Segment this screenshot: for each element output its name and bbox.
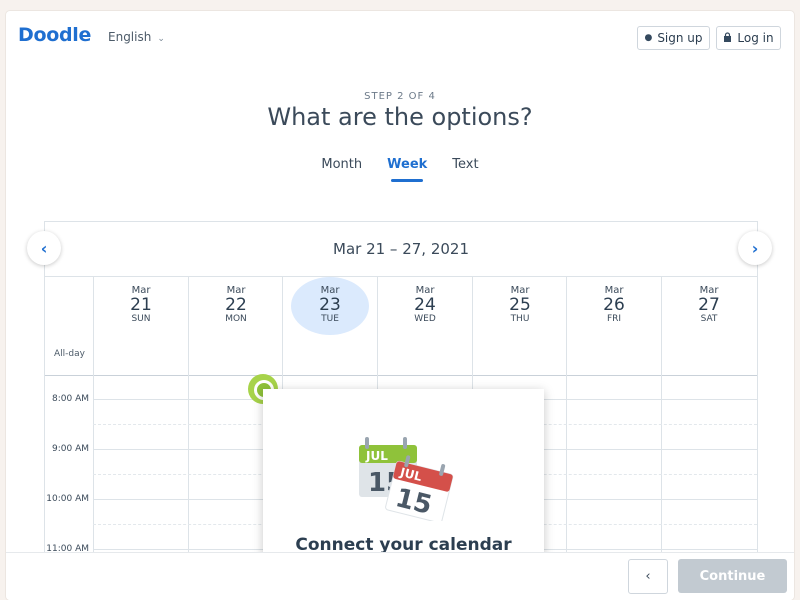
log-in-button[interactable]: Log in	[716, 26, 781, 50]
page-title: What are the options?	[267, 103, 533, 131]
step-indicator: STEP 2 OF 4	[364, 91, 436, 102]
chevron-left-icon: ‹	[40, 238, 48, 258]
day-number: 26	[603, 295, 625, 315]
previous-week-button[interactable]: ‹	[27, 231, 61, 265]
time-label: 9:00 AM	[52, 444, 89, 454]
day-header-wed[interactable]: Mar 24 WED	[377, 277, 472, 375]
language-label: English	[108, 30, 152, 44]
day-header-tue-today[interactable]: Mar 23 TUE	[282, 277, 377, 375]
view-tabs: Month Week Text	[6, 157, 794, 182]
day-weekday: FRI	[606, 314, 622, 324]
day-header-sun[interactable]: Mar 21 SUN	[93, 277, 188, 375]
day-header-fri[interactable]: Mar 26 FRI	[566, 277, 661, 375]
day-weekday: THU	[510, 314, 530, 324]
doodle-logo[interactable]: Doodle	[18, 24, 91, 46]
language-selector[interactable]: English ⌄	[108, 30, 165, 44]
day-header-mon[interactable]: Mar 22 MON	[188, 277, 283, 375]
day-weekday: SAT	[700, 314, 718, 324]
day-number: 21	[130, 295, 152, 315]
chevron-left-icon: ‹	[645, 569, 651, 584]
day-number: 25	[509, 295, 531, 315]
time-label: 8:00 AM	[52, 394, 89, 404]
lock-icon	[723, 31, 732, 45]
day-header-thu[interactable]: Mar 25 THU	[472, 277, 567, 375]
day-number: 24	[414, 295, 436, 315]
tab-month[interactable]: Month	[321, 157, 362, 182]
back-button[interactable]: ‹	[628, 559, 668, 594]
day-weekday: SUN	[131, 314, 151, 324]
day-weekday: TUE	[321, 314, 339, 324]
tab-text[interactable]: Text	[452, 157, 478, 182]
next-week-button[interactable]: ›	[738, 231, 772, 265]
time-label: 10:00 AM	[46, 494, 89, 504]
chevron-down-icon: ⌄	[157, 34, 165, 44]
calendar-illustration-icon: JUL 15 JUL 15	[359, 437, 454, 521]
day-number: 27	[698, 295, 720, 315]
user-icon: ●	[644, 33, 653, 43]
day-weekday: WED	[414, 314, 436, 324]
day-header-sat[interactable]: Mar 27 SAT	[661, 277, 756, 375]
day-header-row: All-day Mar 21 SUN Mar 22 MON Mar 23 TUE Mar 24…	[45, 276, 757, 376]
app-window: Doodle English ⌄ ● Sign up Log in STEP 2 …	[6, 11, 794, 600]
log-in-label: Log in	[737, 31, 774, 45]
day-number: 22	[225, 295, 247, 315]
chevron-right-icon: ›	[751, 238, 759, 258]
footer-bar: ‹ Continue	[6, 552, 794, 600]
icon-month-green: JUL	[365, 449, 388, 463]
tab-week[interactable]: Week	[387, 157, 427, 182]
day-weekday: MON	[225, 314, 247, 324]
day-number: 23	[319, 295, 341, 315]
continue-button[interactable]: Continue	[678, 559, 787, 593]
sign-up-button[interactable]: ● Sign up	[637, 26, 710, 50]
date-range: Mar 21 – 27, 2021	[333, 240, 469, 258]
sign-up-label: Sign up	[657, 31, 703, 45]
all-day-label: All-day	[54, 349, 85, 359]
